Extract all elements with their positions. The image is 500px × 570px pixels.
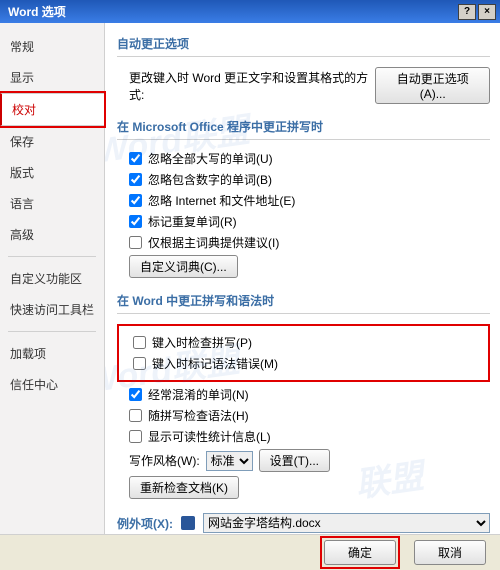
- lbl-readability-stats: 显示可读性统计信息(L): [148, 428, 271, 445]
- lbl-check-spelling-typing: 键入时检查拼写(P): [152, 334, 252, 351]
- custom-dictionaries-button[interactable]: 自定义词典(C)...: [129, 255, 238, 278]
- dialog-footer: 确定 取消: [0, 534, 500, 570]
- chk-ignore-internet[interactable]: [129, 194, 142, 207]
- section-grammar-title: 在 Word 中更正拼写和语法时: [117, 292, 490, 314]
- section-exceptions-title: 例外项(X): 网站金字塔结构.docx: [117, 513, 490, 534]
- help-button[interactable]: ?: [458, 4, 476, 20]
- sidebar-item-addins[interactable]: 加载项: [0, 338, 104, 369]
- lbl-ignore-numbers: 忽略包含数字的单词(B): [148, 171, 272, 188]
- highlight-box-spellcheck: 键入时检查拼写(P) 键入时标记语法错误(M): [117, 324, 490, 382]
- chk-confused-words[interactable]: [129, 388, 142, 401]
- content-panel: Word联盟 Word联盟 联盟 自动更正选项 更改键入时 Word 更正文字和…: [105, 23, 500, 534]
- cancel-button[interactable]: 取消: [414, 540, 486, 565]
- title-bar: Word 选项 ? ×: [0, 0, 500, 23]
- settings-button[interactable]: 设置(T)...: [259, 449, 330, 472]
- sidebar-item-quick-access[interactable]: 快速访问工具栏: [0, 294, 104, 325]
- autocorrect-line: 更改键入时 Word 更正文字和设置其格式的方式:: [129, 69, 369, 103]
- chk-main-dict-only[interactable]: [129, 236, 142, 249]
- chk-ignore-uppercase[interactable]: [129, 152, 142, 165]
- sidebar-item-display[interactable]: 显示: [0, 62, 104, 93]
- lbl-ignore-internet: 忽略 Internet 和文件地址(E): [148, 192, 295, 209]
- sidebar-item-advanced[interactable]: 高级: [0, 219, 104, 250]
- lbl-main-dict-only: 仅根据主词典提供建议(I): [148, 234, 279, 251]
- close-button[interactable]: ×: [478, 4, 496, 20]
- sidebar-item-trust-center[interactable]: 信任中心: [0, 369, 104, 400]
- main-area: 常规 显示 校对 保存 版式 语言 高级 自定义功能区 快速访问工具栏 加载项 …: [0, 23, 500, 534]
- autocorrect-options-button[interactable]: 自动更正选项(A)...: [375, 67, 490, 104]
- window-title: Word 选项: [4, 3, 456, 20]
- sidebar-item-general[interactable]: 常规: [0, 31, 104, 62]
- lbl-ignore-uppercase: 忽略全部大写的单词(U): [148, 150, 273, 167]
- lbl-mark-grammar-typing: 键入时标记语法错误(M): [152, 355, 278, 372]
- writing-style-label: 写作风格(W):: [129, 452, 200, 469]
- recheck-document-button[interactable]: 重新检查文档(K): [129, 476, 239, 499]
- exceptions-label: 例外项(X):: [117, 515, 173, 532]
- chk-ignore-numbers[interactable]: [129, 173, 142, 186]
- word-icon: [181, 516, 195, 530]
- lbl-flag-repeated: 标记重复单词(R): [148, 213, 237, 230]
- chk-readability-stats[interactable]: [129, 430, 142, 443]
- sidebar-item-save[interactable]: 保存: [0, 126, 104, 157]
- section-autocorrect-title: 自动更正选项: [117, 35, 490, 57]
- ok-button[interactable]: 确定: [324, 540, 396, 565]
- section-office-title: 在 Microsoft Office 程序中更正拼写时: [117, 118, 490, 140]
- chk-grammar-with-spelling[interactable]: [129, 409, 142, 422]
- sidebar-item-proofing[interactable]: 校对: [0, 93, 104, 126]
- sidebar-item-customize-ribbon[interactable]: 自定义功能区: [0, 263, 104, 294]
- highlight-box-ok: 确定: [320, 536, 400, 569]
- chk-check-spelling-typing[interactable]: [133, 336, 146, 349]
- sidebar: 常规 显示 校对 保存 版式 语言 高级 自定义功能区 快速访问工具栏 加载项 …: [0, 23, 105, 534]
- sidebar-item-layout[interactable]: 版式: [0, 157, 104, 188]
- exceptions-document-select[interactable]: 网站金字塔结构.docx: [203, 513, 490, 533]
- sidebar-item-language[interactable]: 语言: [0, 188, 104, 219]
- lbl-grammar-with-spelling: 随拼写检查语法(H): [148, 407, 249, 424]
- chk-flag-repeated[interactable]: [129, 215, 142, 228]
- lbl-confused-words: 经常混淆的单词(N): [148, 386, 249, 403]
- writing-style-select[interactable]: 标准: [206, 451, 253, 471]
- chk-mark-grammar-typing[interactable]: [133, 357, 146, 370]
